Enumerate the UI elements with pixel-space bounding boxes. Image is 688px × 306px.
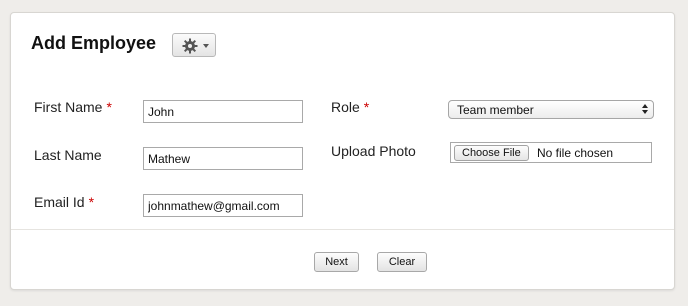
required-marker: *	[88, 194, 95, 210]
role-label-text: Role	[331, 99, 360, 115]
first-name-label-text: First Name	[34, 99, 103, 115]
clear-button[interactable]: Clear	[377, 252, 427, 272]
upload-photo-label: Upload Photo	[331, 143, 416, 159]
email-input[interactable]	[143, 194, 303, 217]
file-status-text: No file chosen	[537, 146, 614, 160]
settings-menu-button[interactable]	[172, 33, 216, 57]
gear-icon	[182, 38, 198, 54]
add-employee-panel: Add Employee First Name* Last Name	[10, 12, 675, 290]
email-label: Email Id *	[34, 194, 94, 210]
required-marker: *	[363, 99, 370, 115]
upload-photo-label-text: Upload Photo	[331, 143, 416, 159]
form-divider	[11, 229, 674, 230]
last-name-input[interactable]	[143, 147, 303, 170]
choose-file-button[interactable]: Choose File	[454, 145, 529, 161]
role-label: Role *	[331, 99, 369, 115]
next-button[interactable]: Next	[314, 252, 359, 272]
page-title: Add Employee	[31, 33, 157, 53]
role-select[interactable]: Team member	[448, 100, 654, 119]
required-marker: *	[106, 99, 112, 115]
upload-photo-field: Choose File No file chosen	[450, 142, 652, 163]
chevron-down-icon	[203, 44, 209, 48]
select-arrows-icon	[641, 103, 649, 116]
role-select-value: Team member	[457, 103, 534, 117]
first-name-input[interactable]	[143, 100, 303, 123]
last-name-label-text: Last Name	[34, 147, 102, 163]
first-name-label: First Name *	[34, 99, 112, 115]
email-label-text: Email Id	[34, 194, 85, 210]
last-name-label: Last Name	[34, 147, 102, 163]
